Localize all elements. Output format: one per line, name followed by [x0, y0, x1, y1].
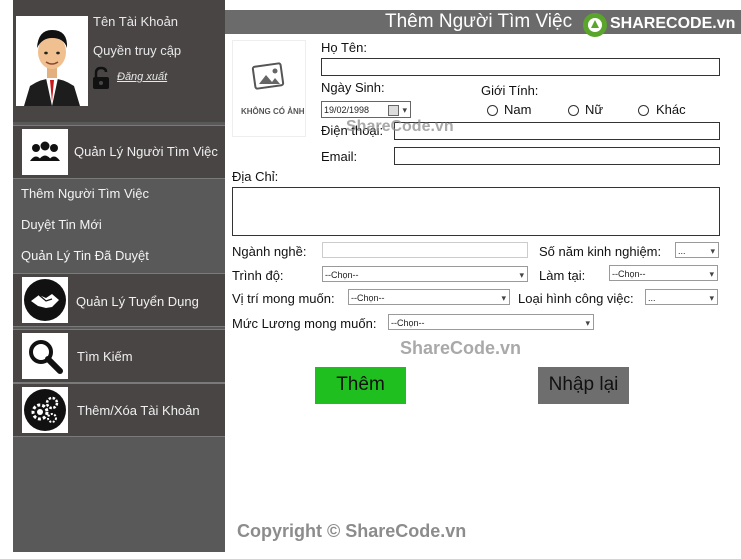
logo-mark-icon [583, 13, 607, 37]
photo-placeholder-text: KHÔNG CÓ ẢNH [241, 107, 305, 116]
name-label: Họ Tên: [321, 40, 368, 55]
sharecode-logo: SHARECODE.vn [582, 11, 738, 39]
chevron-down-icon: ▾ [585, 318, 590, 328]
sub-item-add-seeker[interactable]: Thêm Người Tìm Việc [21, 186, 149, 201]
experience-label: Số năm kinh nghiệm: [539, 244, 662, 259]
address-input[interactable] [232, 187, 720, 236]
email-label: Email: [321, 149, 358, 164]
jobtype-select[interactable]: ... ▾ [645, 289, 718, 305]
chevron-down-icon: ▾ [710, 246, 715, 256]
magnifier-icon [22, 333, 68, 379]
position-select[interactable]: --Chọn-- ▾ [348, 289, 510, 305]
gender-label: Giới Tính: [481, 83, 539, 98]
watermark-bottom: Copyright © ShareCode.vn [237, 521, 467, 541]
chevron-down-icon: ▾ [519, 270, 524, 280]
experience-select[interactable]: ... ▾ [675, 242, 719, 258]
logo-text: SHARECODE.vn [610, 15, 736, 32]
access-right: Quyền truy cập [93, 43, 182, 58]
position-value: --Chọn-- [351, 293, 385, 303]
people-group-icon [22, 129, 68, 175]
jobtype-value: ... [648, 293, 656, 303]
experience-value: ... [678, 246, 686, 256]
chevron-down-icon: ▾ [402, 105, 407, 115]
sub-item-manage-approved[interactable]: Quản Lý Tin Đã Duyệt [21, 248, 149, 263]
dob-value: 19/02/1998 [324, 105, 370, 115]
jobtype-label: Loại hình công việc: [518, 291, 634, 306]
gender-radio-other[interactable] [638, 105, 649, 116]
sub-item-review-new[interactable]: Duyệt Tin Mới [21, 217, 102, 232]
chevron-down-icon: ▾ [709, 269, 714, 279]
career-select[interactable] [322, 242, 528, 258]
image-icon [251, 62, 285, 90]
avatar [16, 16, 88, 106]
career-label: Ngành nghề: [232, 244, 307, 259]
menu-label-recruitment: Quản Lý Tuyển Dụng [76, 294, 199, 309]
dob-picker[interactable]: 19/02/1998 ▾ [321, 101, 411, 118]
salary-value: --Chọn-- [391, 318, 425, 328]
chevron-down-icon: ▾ [709, 293, 714, 303]
calendar-icon [388, 105, 399, 116]
gender-option-female: Nữ [585, 102, 604, 117]
unlock-icon [92, 66, 110, 93]
gears-icon [22, 387, 68, 433]
sidebar: Tên Tài Khoản Quyền truy cập Đăng xuất Q… [13, 0, 225, 552]
name-input[interactable] [321, 58, 720, 76]
salary-label: Mức Lương mong muốn: [232, 316, 377, 331]
level-value: --Chọn-- [325, 270, 359, 280]
handshake-icon [22, 277, 68, 323]
reset-button[interactable]: Nhập lại [538, 367, 629, 404]
dob-label: Ngày Sinh: [321, 80, 385, 95]
photo-placeholder[interactable]: KHÔNG CÓ ẢNH [232, 40, 306, 137]
gender-radio-female[interactable] [568, 105, 579, 116]
logout-link[interactable]: Đăng xuất [117, 71, 167, 83]
gender-option-other: Khác [656, 102, 686, 117]
workplace-value: --Chọn-- [612, 269, 646, 279]
gender-option-male: Nam [504, 102, 532, 117]
profile-panel: Tên Tài Khoản Quyền truy cập Đăng xuất [13, 0, 225, 122]
workplace-label: Làm tại: [539, 268, 586, 283]
address-label: Địa Chỉ: [232, 169, 279, 184]
page-title: Thêm Người Tìm Việc [385, 11, 573, 32]
salary-select[interactable]: --Chọn-- ▾ [388, 314, 594, 330]
workplace-select[interactable]: --Chọn-- ▾ [609, 265, 718, 281]
email-input[interactable] [394, 147, 720, 165]
watermark-middle: ShareCode.vn [400, 338, 522, 358]
chevron-down-icon: ▾ [501, 293, 506, 303]
menu-job-seekers[interactable]: Quản Lý Người Tìm Việc [13, 125, 225, 179]
watermark-top: ShareCode.vn [346, 118, 454, 135]
gender-radio-male[interactable] [487, 105, 498, 116]
menu-search[interactable]: Tìm Kiếm [13, 329, 225, 383]
menu-accounts[interactable]: Thêm/Xóa Tài Khoản [13, 383, 225, 437]
menu-recruitment[interactable]: Quản Lý Tuyển Dụng [13, 273, 225, 327]
level-label: Trình độ: [232, 268, 284, 283]
position-label: Vị trí mong muốn: [232, 291, 335, 306]
menu-label-job-seekers: Quản Lý Người Tìm Việc [74, 144, 218, 159]
level-select[interactable]: --Chọn-- ▾ [322, 266, 528, 282]
menu-label-accounts: Thêm/Xóa Tài Khoản [77, 403, 200, 418]
add-button[interactable]: Thêm [315, 367, 406, 404]
menu-label-search: Tìm Kiếm [77, 349, 133, 364]
account-name: Tên Tài Khoản [93, 14, 179, 29]
